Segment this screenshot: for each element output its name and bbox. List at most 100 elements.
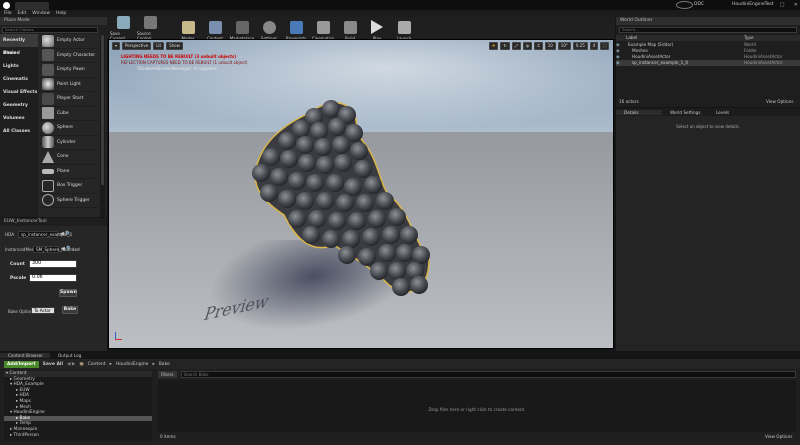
asset-point-light[interactable]: Point Light	[39, 78, 99, 92]
hda-label: HDA	[5, 232, 15, 237]
save-current-button[interactable]: Save Current	[110, 15, 136, 41]
hda-picker[interactable]: sp_instancer_example_1	[18, 231, 72, 238]
perspective-button[interactable]: Perspective	[122, 42, 152, 50]
bake-option-dropdown[interactable]: To Actor	[31, 307, 55, 314]
translate-icon[interactable]: ✥	[489, 42, 499, 50]
category-volumes[interactable]: Volumes	[0, 112, 38, 125]
play-button[interactable]: Play	[364, 16, 390, 41]
asset-box-trigger[interactable]: Box Trigger	[39, 179, 99, 194]
path-segment-houdiniengine[interactable]: HoudiniEngine	[116, 362, 149, 367]
viewport[interactable]: Preview ▾ Perspective Lit Show ✥ ↻ ⤢ ◍ ⌗…	[108, 39, 614, 349]
content-browser-tab[interactable]: Content Browser	[0, 353, 50, 358]
level-tab[interactable]	[15, 2, 49, 10]
instanced-mesh-picker[interactable]: SM_Sphere_Rounded	[33, 246, 80, 253]
asset-cube[interactable]: Cube	[39, 107, 99, 121]
asset-drop-area[interactable]: Drop files here or right click to create…	[158, 380, 796, 432]
build-button[interactable]: Build	[337, 16, 363, 41]
asset-scrollbar[interactable]	[100, 34, 105, 217]
outliner-view-options[interactable]: View Options	[766, 99, 793, 104]
clapboard-icon	[316, 20, 330, 34]
ue-logo-icon	[3, 2, 10, 9]
category-recently-placed[interactable]: Recently Placed	[0, 34, 38, 56]
category-all-classes[interactable]: All Classes	[0, 125, 38, 138]
settings-button[interactable]: Settings	[256, 16, 282, 41]
show-button[interactable]: Show	[166, 42, 183, 50]
instanced-spheres[interactable]	[239, 95, 459, 305]
cinematics-button[interactable]: Cinematics	[310, 16, 336, 41]
world-settings-tab[interactable]: World Settings	[662, 110, 708, 115]
bake-button[interactable]: Bake	[62, 306, 78, 314]
details-tab[interactable]: Details	[616, 109, 662, 115]
asset-search-input[interactable]: Search Bake	[180, 371, 796, 378]
asset-sphere-trigger[interactable]: Sphere Trigger	[39, 194, 99, 208]
asset-sphere[interactable]: Sphere	[39, 121, 99, 136]
surface-snap-icon[interactable]: ⌗	[534, 42, 543, 50]
source-control-icon[interactable]	[676, 1, 693, 9]
path-segment-content[interactable]: Content	[88, 362, 106, 367]
modes-button[interactable]: Modes	[175, 16, 201, 41]
details-panel: Details World Settings Levels Select an …	[616, 108, 800, 351]
world-outliner-tab[interactable]: World Outliner	[616, 17, 800, 25]
menu-file[interactable]: File	[4, 11, 12, 16]
asset-empty-actor[interactable]: Empty Actor	[39, 34, 99, 49]
menu-help[interactable]: Help	[56, 11, 66, 16]
filters-button[interactable]: Filters	[158, 371, 177, 378]
count-input[interactable]: 300	[29, 260, 77, 268]
minimize-icon[interactable]: –	[768, 2, 771, 8]
history-arrows[interactable]: ◀ ▶	[67, 362, 75, 367]
content-view-options[interactable]: View Options	[765, 434, 792, 439]
path-segment-bake[interactable]: Bake	[159, 362, 170, 367]
add-new-button[interactable]: Add/Import	[4, 360, 39, 368]
maximize-viewport-icon[interactable]: ⛶	[600, 42, 610, 50]
asset-empty-character[interactable]: Empty Character	[39, 49, 99, 63]
outliner-row[interactable]: ◉ sp_instancer_example_1_0 HoudiniAssetAct…	[616, 60, 800, 66]
instancer-tool-tab[interactable]: EUW_InstancerTool	[0, 218, 107, 226]
cone-icon	[42, 150, 54, 163]
category-geometry[interactable]: Geometry	[0, 99, 38, 112]
blueprints-button[interactable]: Blueprints	[283, 16, 309, 41]
source-control-button[interactable]: Source Control	[137, 15, 163, 41]
outliner-search-input[interactable]: Search...	[619, 27, 797, 33]
grid-snap-value[interactable]: 10	[544, 42, 556, 50]
tree-item[interactable]: ▸ ThirdPerson	[4, 433, 152, 439]
asset-empty-pawn[interactable]: Empty Pawn	[39, 63, 99, 78]
lit-button[interactable]: Lit	[153, 42, 165, 50]
instancer-tool-panel: EUW_InstancerTool HDA sp_instancer_examp…	[0, 218, 107, 351]
close-icon[interactable]: ✕	[794, 2, 798, 8]
category-visual-effects[interactable]: Visual Effects	[0, 86, 38, 99]
class-search-input[interactable]: Search Classes	[2, 26, 98, 33]
pscale-input[interactable]: 0.06	[29, 274, 77, 282]
col-label[interactable]: Label	[616, 35, 744, 41]
save-all-button[interactable]: Save All	[43, 362, 63, 367]
menu-window[interactable]: Window	[32, 11, 50, 16]
scale-snap-value[interactable]: 0.25	[572, 42, 588, 50]
category-cinematic[interactable]: Cinematic	[0, 73, 38, 86]
asset-plane[interactable]: Plane	[39, 165, 99, 179]
content-button[interactable]: Content	[202, 16, 228, 41]
levels-tab[interactable]: Levels	[708, 110, 754, 115]
browse-mesh-icon[interactable]: ◀ 🔍	[61, 246, 73, 252]
output-log-tab[interactable]: Output Log	[50, 353, 95, 358]
rotation-snap-value[interactable]: 10°	[557, 42, 571, 50]
eye-icon[interactable]: ◉	[616, 60, 632, 66]
maximize-icon[interactable]: □	[780, 2, 785, 8]
source-control-icon	[143, 15, 157, 29]
spawn-button[interactable]: Spawn	[59, 289, 77, 297]
category-lights[interactable]: Lights	[0, 60, 38, 73]
asset-cylinder[interactable]: Cylinder	[39, 136, 99, 150]
rotate-icon[interactable]: ↻	[500, 42, 510, 50]
viewport-options-icon[interactable]: ▾	[112, 42, 121, 50]
marketplace-button[interactable]: Marketplace	[229, 16, 255, 41]
asset-player-start[interactable]: Player Start	[39, 92, 99, 107]
modes-tab[interactable]: Place Mode	[0, 17, 107, 25]
launch-button[interactable]: Launch	[391, 16, 417, 41]
camera-speed-value[interactable]: 4	[589, 42, 599, 50]
character-icon	[42, 49, 54, 62]
world-space-icon[interactable]: ◍	[522, 42, 533, 50]
sphere-cluster	[252, 100, 430, 296]
menu-edit[interactable]: Edit	[18, 11, 27, 16]
asset-cone[interactable]: Cone	[39, 150, 99, 165]
scale-icon[interactable]: ⤢	[511, 42, 521, 50]
use-selected-arrow-icon[interactable]: ◀ 🔍	[60, 231, 72, 237]
col-type[interactable]: Type	[744, 35, 754, 41]
